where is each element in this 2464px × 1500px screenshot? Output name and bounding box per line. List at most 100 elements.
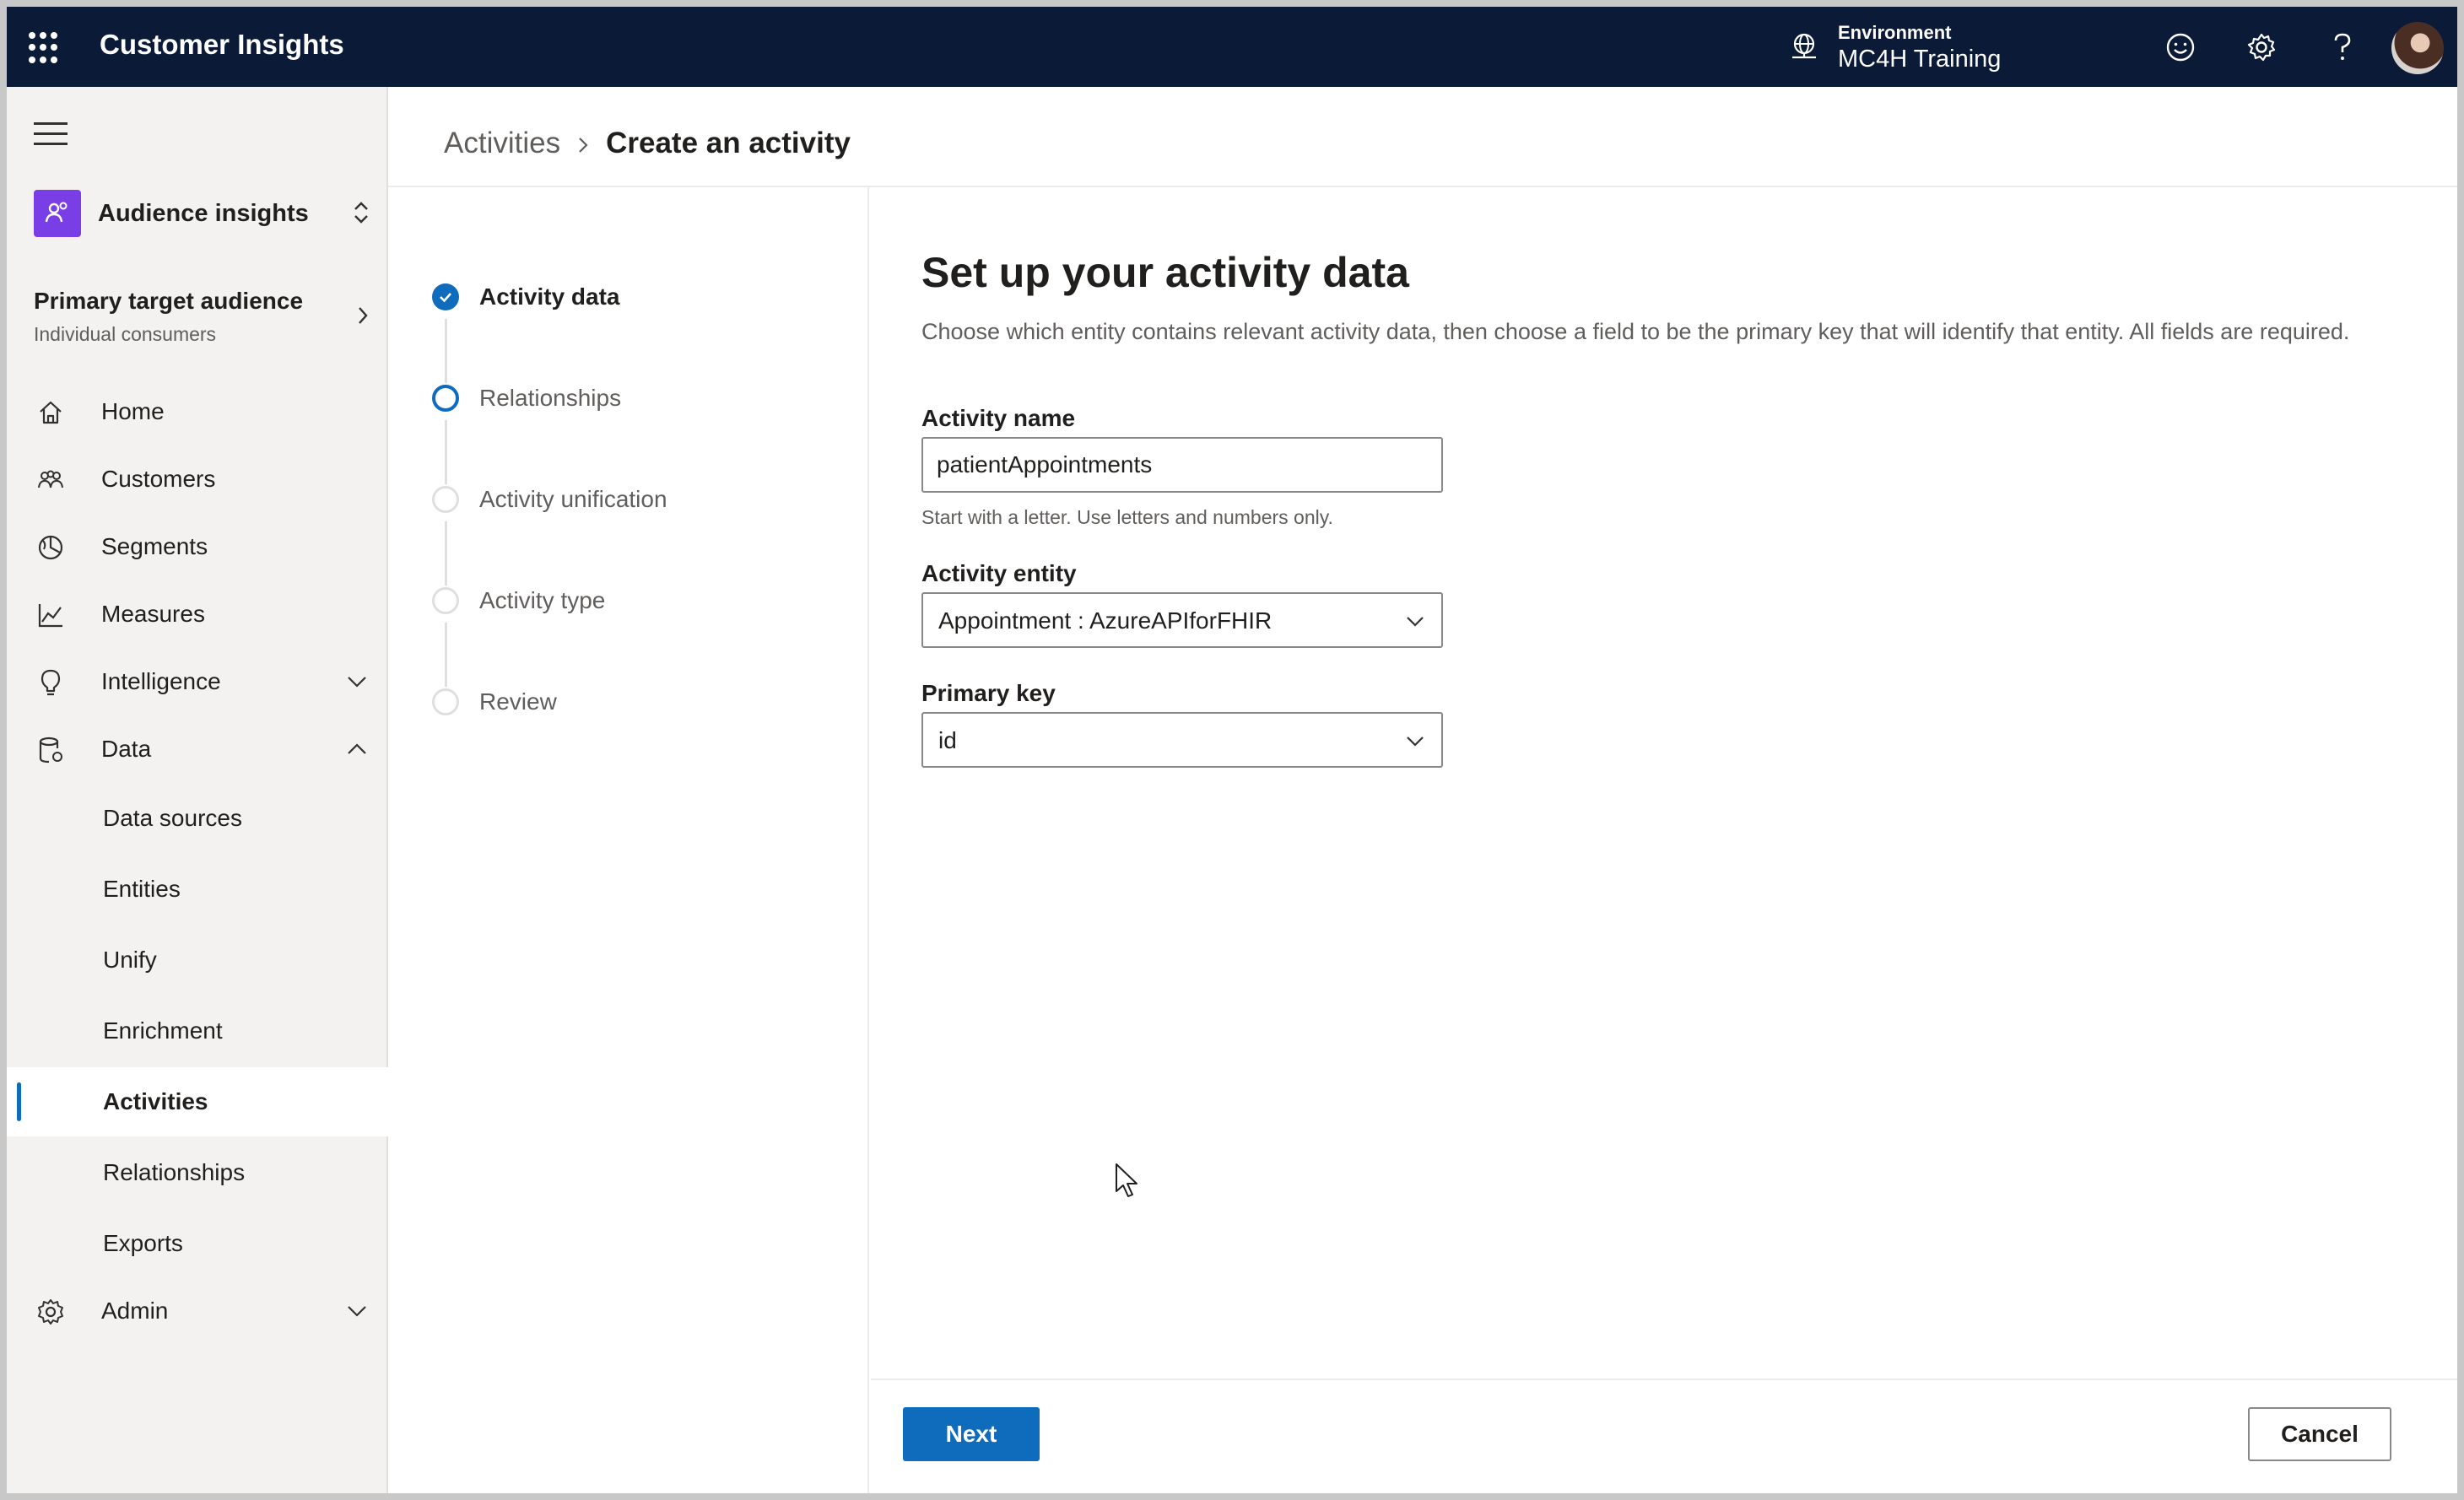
- footer-divider: [871, 1379, 2457, 1380]
- sidebar-item-unify[interactable]: Unify: [7, 925, 388, 995]
- step-current-indicator-icon: [432, 385, 459, 412]
- audience-selector[interactable]: Primary target audience Individual consu…: [34, 288, 371, 355]
- app-switcher[interactable]: Audience insights: [34, 190, 371, 240]
- breadcrumb-activities-link[interactable]: Activities: [444, 127, 560, 159]
- sidebar-item-label: Measures: [101, 601, 205, 627]
- sidebar-item-data-sources[interactable]: Data sources: [7, 784, 388, 853]
- step-label: Activity data: [479, 283, 620, 310]
- sidebar-subitem-label: Unify: [103, 947, 157, 973]
- sidebar-item-segments[interactable]: Segments: [7, 514, 388, 580]
- sidebar-subitem-label: Entities: [103, 876, 181, 902]
- environment-label: Environment: [1838, 22, 1952, 43]
- step-review[interactable]: Review: [432, 680, 854, 722]
- sidebar-item-relationships[interactable]: Relationships: [7, 1138, 388, 1207]
- primary-key-value: id: [938, 727, 957, 753]
- next-button[interactable]: Next: [903, 1407, 1040, 1461]
- wizard-stepper: Activity data Relationships Activity uni…: [388, 187, 869, 1493]
- audience-subtitle: Individual consumers: [34, 323, 217, 345]
- step-connector: [445, 420, 447, 484]
- app-window: Customer Insights Environment MC4H Train…: [7, 7, 2457, 1493]
- environment-value[interactable]: MC4H Training: [1838, 46, 2001, 73]
- sidebar-item-label: Customers: [101, 466, 216, 492]
- avatar[interactable]: [2391, 22, 2444, 74]
- sidebar-item-label: Intelligence: [101, 668, 221, 694]
- sidebar-item-home[interactable]: Home: [7, 379, 388, 445]
- top-bar: Customer Insights Environment MC4H Train…: [7, 7, 2457, 87]
- mouse-cursor-icon: [1116, 1163, 1137, 1197]
- chevron-down-icon: [348, 677, 366, 688]
- primary-key-dropdown[interactable]: id: [921, 712, 1443, 768]
- form-title: Set up your activity data: [921, 249, 1409, 296]
- sidebar-subitem-label: Enrichment: [103, 1017, 223, 1044]
- activity-name-label: Activity name: [921, 405, 1076, 431]
- app-switcher-label: Audience insights: [98, 200, 309, 227]
- app-title[interactable]: Customer Insights: [100, 29, 344, 61]
- step-pending-indicator-icon: [432, 587, 459, 614]
- audience-title: Primary target audience: [34, 288, 304, 314]
- step-activity-unification[interactable]: Activity unification: [432, 478, 854, 520]
- chevron-down-icon: [1407, 737, 1424, 747]
- breadcrumb: Activities Create an activity: [444, 127, 851, 160]
- segments-icon: [38, 535, 63, 560]
- sidebar-item-label: Data: [101, 736, 152, 762]
- chevron-down-icon: [1407, 617, 1424, 627]
- sidebar-item-exports[interactable]: Exports: [7, 1209, 388, 1278]
- step-relationships[interactable]: Relationships: [432, 376, 854, 418]
- sidebar-item-label: Home: [101, 398, 165, 424]
- customers-icon: [38, 470, 63, 488]
- sidebar-item-activities[interactable]: Activities: [7, 1067, 388, 1136]
- sidebar-subitem-label: Exports: [103, 1230, 183, 1256]
- step-label: Review: [479, 688, 557, 715]
- waffle-icon[interactable]: [29, 32, 61, 64]
- sidebar-item-intelligence[interactable]: Intelligence: [7, 649, 388, 715]
- checkmark-icon: [432, 283, 459, 310]
- chevron-down-icon: [348, 1306, 366, 1317]
- step-connector: [445, 623, 447, 687]
- sidebar-item-admin[interactable]: Admin: [7, 1278, 388, 1344]
- cancel-button[interactable]: Cancel: [2248, 1407, 2391, 1461]
- measures-icon: [38, 604, 62, 628]
- primary-key-label: Primary key: [921, 680, 1056, 706]
- sidebar-item-entities[interactable]: Entities: [7, 855, 388, 924]
- help-icon[interactable]: [2322, 27, 2363, 67]
- data-icon: [39, 737, 62, 763]
- activity-entity-label: Activity entity: [921, 560, 1077, 586]
- activity-name-input[interactable]: [921, 437, 1443, 493]
- step-label: Activity unification: [479, 486, 667, 512]
- home-icon: [40, 401, 62, 424]
- audience-insights-icon: [34, 190, 81, 237]
- step-activity-data[interactable]: Activity data: [432, 275, 854, 317]
- step-pending-indicator-icon: [432, 688, 459, 715]
- lightbulb-icon: [41, 669, 61, 696]
- sidebar-subitem-label: Data sources: [103, 805, 242, 831]
- step-connector: [445, 521, 447, 585]
- page-title: Create an activity: [606, 127, 851, 159]
- environment-icon: [1792, 33, 1816, 59]
- step-activity-type[interactable]: Activity type: [432, 579, 854, 621]
- gear-icon: [38, 1299, 63, 1325]
- chevron-up-down-icon: [354, 202, 368, 224]
- chevron-up-icon: [348, 743, 366, 754]
- left-nav: Audience insights Primary target audienc…: [7, 87, 388, 1493]
- sidebar-item-label: Admin: [101, 1298, 169, 1324]
- activity-name-hint: Start with a letter. Use letters and num…: [921, 506, 1333, 528]
- chevron-right-icon: [359, 307, 368, 324]
- sidebar-item-label: Segments: [101, 533, 208, 559]
- form-description: Choose which entity contains relevant ac…: [921, 319, 2350, 344]
- step-label: Relationships: [479, 385, 622, 411]
- settings-gear-icon[interactable]: [2241, 27, 2282, 67]
- step-pending-indicator-icon: [432, 486, 459, 513]
- step-label: Activity type: [479, 587, 606, 613]
- step-connector: [445, 319, 447, 383]
- activity-entity-value: Appointment : AzureAPIforFHIR: [938, 607, 1273, 634]
- sidebar-item-measures[interactable]: Measures: [7, 581, 388, 647]
- sidebar-item-enrichment[interactable]: Enrichment: [7, 996, 388, 1066]
- feedback-smiley-icon[interactable]: [2160, 27, 2201, 67]
- sidebar-item-customers[interactable]: Customers: [7, 446, 388, 512]
- hamburger-menu-icon[interactable]: [34, 122, 68, 146]
- sidebar-subitem-label: Relationships: [103, 1159, 246, 1185]
- sidebar-item-data[interactable]: Data: [7, 716, 388, 782]
- activity-entity-dropdown[interactable]: Appointment : AzureAPIforFHIR: [921, 592, 1443, 648]
- sidebar-subitem-label: Activities: [103, 1088, 208, 1114]
- chevron-right-icon: [579, 137, 588, 153]
